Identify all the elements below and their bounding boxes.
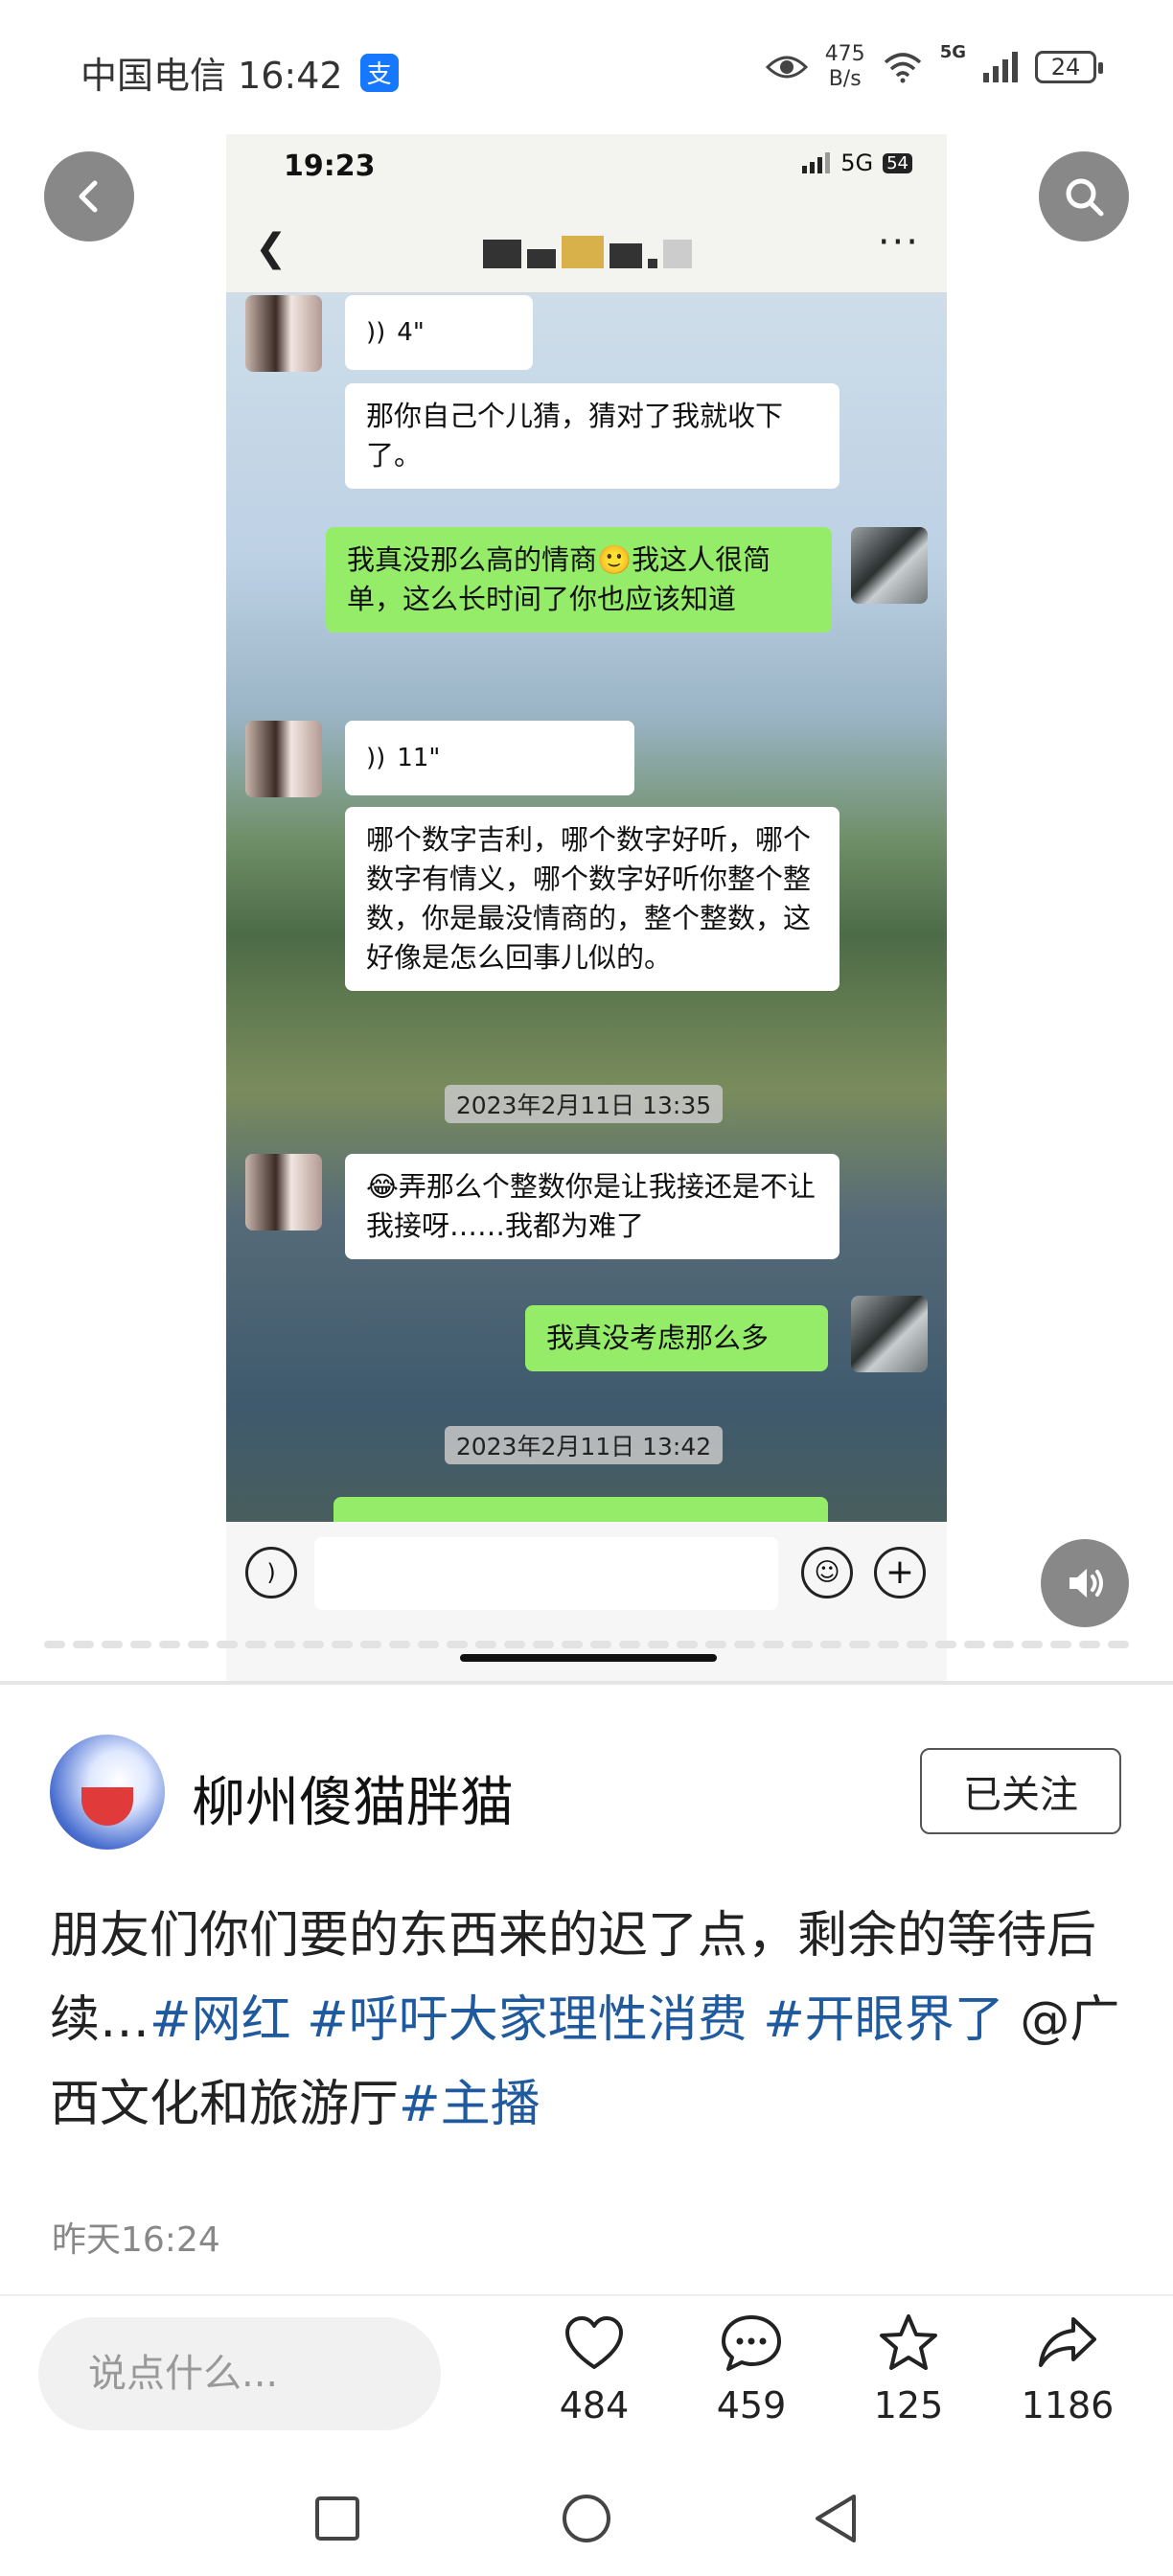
- media-area: 19:23 5G 54 ❮ ··· )) 4" 那你自己个儿猜，猜对了我就收下了…: [0, 0, 1173, 1687]
- voice-wave-icon: )): [366, 743, 386, 772]
- like-button[interactable]: 484: [527, 2312, 661, 2436]
- emoji-icon: ☺: [801, 1547, 853, 1598]
- hashtag-link[interactable]: #呼吁大家理性消费: [307, 1991, 748, 2049]
- chat-timestamp: 2023年2月11日 13:42: [445, 1426, 723, 1464]
- user-avatar: [851, 527, 928, 604]
- wifi-icon: [884, 53, 921, 83]
- chat-status-right: 5G 54: [802, 150, 912, 176]
- plus-icon: +: [874, 1547, 926, 1598]
- embedded-chat-screenshot: 19:23 5G 54 ❮ ··· )) 4" 那你自己个儿猜，猜对了我就收下了…: [226, 121, 947, 1685]
- hashtag-link[interactable]: #开眼界了: [763, 1991, 1004, 2049]
- comment-count: 459: [716, 2384, 787, 2426]
- avatar-mouth-shape: [81, 1787, 133, 1826]
- comment-bubble-icon: [722, 2315, 781, 2371]
- author-name[interactable]: 柳州傻猫胖猫: [192, 1760, 514, 1837]
- chat-input-bar: ) ☺ +: [226, 1522, 947, 1627]
- hashtag-link[interactable]: #网红: [150, 1991, 291, 2049]
- system-nav-bar: [0, 2461, 1173, 2576]
- circle-icon: [563, 2495, 610, 2542]
- search-icon: [1066, 178, 1104, 217]
- chat-home-indicator: [460, 1654, 717, 1662]
- star-icon: [880, 2314, 937, 2370]
- post-timestamp: 昨天16:24: [52, 2220, 220, 2260]
- network-type: 5G: [939, 42, 966, 62]
- comment-input-box[interactable]: [38, 2317, 441, 2430]
- voice-message: )) 11": [345, 721, 634, 795]
- home-button[interactable]: [558, 2490, 615, 2547]
- status-right: 475 B/s 5G 24: [765, 42, 1103, 92]
- voice-duration: 11": [397, 743, 441, 772]
- chat-status-network: 5G: [840, 150, 874, 176]
- share-count: 1186: [1021, 2384, 1115, 2426]
- contact-avatar: [245, 1154, 322, 1230]
- heart-icon: [565, 2316, 623, 2369]
- comment-input[interactable]: [38, 2317, 441, 2430]
- chat-status-time: 19:23: [284, 150, 376, 183]
- voice-message: )) 4": [345, 295, 533, 370]
- back-nav-button[interactable]: [807, 2490, 864, 2547]
- hashtag-link[interactable]: #主播: [399, 2076, 540, 2133]
- triangle-back-icon: [816, 2495, 856, 2542]
- share-arrow-icon: [1039, 2317, 1096, 2367]
- follow-button[interactable]: 已关注: [920, 1748, 1121, 1834]
- chat-timestamp: 2023年2月11日 13:35: [445, 1085, 723, 1123]
- text-message: 那你自己个儿猜，猜对了我就收下了。: [345, 383, 840, 489]
- post-text: 朋友们你们要的东西来的迟了点，剩余的等待后续…#网红 #呼吁大家理性消费 #开眼…: [50, 1894, 1133, 2147]
- favorite-button[interactable]: 125: [841, 2312, 976, 2436]
- text-message: 哪个数字吉利，哪个数字好听，哪个数字有情义，哪个数字好听你整个整数，你是最没情商…: [345, 807, 840, 991]
- eye-icon: [765, 56, 808, 79]
- speaker-icon: [1070, 1569, 1103, 1598]
- contact-avatar: [245, 295, 322, 372]
- like-count: 484: [559, 2384, 630, 2426]
- status-left: 中国电信 16:42 支: [80, 46, 399, 99]
- chat-more-icon: ···: [877, 220, 920, 264]
- chat-status-battery: 54: [883, 152, 912, 173]
- carrier-time: 中国电信 16:42: [80, 55, 343, 97]
- voice-wave-icon: )): [366, 317, 386, 347]
- contact-avatar: [245, 721, 322, 797]
- divider: [0, 2294, 1173, 2296]
- share-button[interactable]: 1186: [1000, 2312, 1135, 2436]
- text-message-self: 我真没那么高的情商🙂我这人很简单，这么长时间了你也应该知道: [326, 527, 832, 632]
- chat-title-pixelated: [483, 232, 713, 268]
- network-speed: 475 B/s: [824, 42, 865, 91]
- text-message-self: 我真没考虑那么多: [525, 1305, 828, 1371]
- search-button[interactable]: [1039, 151, 1129, 242]
- back-button[interactable]: [44, 151, 134, 242]
- status-bar: 中国电信 16:42 支 475 B/s 5G 24: [0, 0, 1173, 134]
- chat-back-icon: ❮: [255, 226, 288, 270]
- text-message: 😂弄那么个整数你是让我接还是不让我接呀……我都为难了: [345, 1154, 840, 1259]
- comment-button[interactable]: 459: [684, 2312, 818, 2436]
- voice-input-icon: ): [245, 1547, 297, 1598]
- voice-duration: 4": [397, 317, 425, 347]
- user-avatar: [851, 1296, 928, 1372]
- video-progress-indicator[interactable]: [0, 1641, 1173, 1654]
- media-divider: [0, 1681, 1173, 1685]
- battery-indicator: 24: [1035, 51, 1103, 83]
- chat-input-field: [314, 1537, 778, 1610]
- volume-button[interactable]: [1041, 1539, 1129, 1627]
- cellular-signal-icon: [983, 52, 1018, 82]
- alipay-icon: 支: [359, 53, 399, 92]
- recent-apps-button[interactable]: [309, 2490, 366, 2547]
- favorite-count: 125: [873, 2384, 944, 2426]
- square-icon: [315, 2496, 359, 2541]
- chat-header: ❮ ···: [226, 207, 947, 293]
- chevron-left-icon: [79, 180, 98, 213]
- author-avatar[interactable]: [50, 1735, 165, 1850]
- signal-icon: [802, 152, 831, 173]
